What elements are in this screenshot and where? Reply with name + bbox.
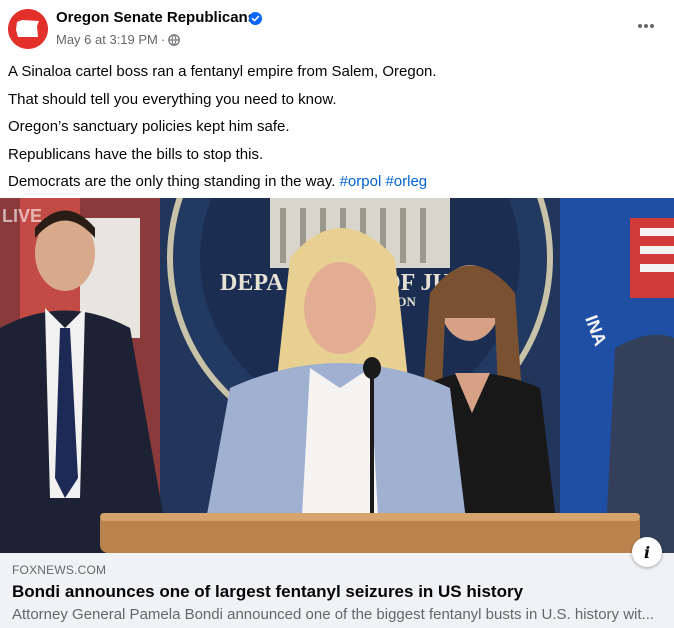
link-domain: FOXNEWS.COM bbox=[12, 563, 107, 577]
post-line-last: Democrats are the only thing standing in… bbox=[8, 168, 658, 196]
post-timestamp[interactable]: May 6 at 3:19 PM bbox=[56, 32, 158, 47]
page-name-link[interactable]: Oregon Senate Republicans bbox=[56, 9, 256, 26]
meta-separator: · bbox=[160, 32, 166, 47]
hashtag-orleg[interactable]: #orleg bbox=[385, 173, 427, 190]
post-meta: May 6 at 3:19 PM · bbox=[56, 32, 181, 47]
seal-text-left: DEPA bbox=[220, 270, 284, 296]
live-badge: LIVE bbox=[2, 206, 42, 226]
link-headline[interactable]: Bondi announces one of largest fentanyl … bbox=[12, 582, 523, 602]
post-line: A Sinaloa cartel boss ran a fentanyl emp… bbox=[8, 63, 437, 80]
link-preview-card[interactable]: FOXNEWS.COM Bondi announces one of large… bbox=[0, 553, 674, 628]
more-options-button[interactable] bbox=[630, 12, 662, 40]
oregon-outline-icon bbox=[8, 9, 48, 49]
post-line: Republicans have the bills to stop this. bbox=[8, 145, 264, 163]
more-options-icon bbox=[638, 24, 654, 28]
info-icon[interactable]: i bbox=[632, 537, 662, 567]
link-description: Attorney General Pamela Bondi announced … bbox=[12, 606, 655, 623]
post-line-text: Democrats are the only thing standing in… bbox=[8, 173, 340, 190]
post-line: That should tell you everything you need… bbox=[8, 90, 337, 108]
verified-badge-icon bbox=[249, 12, 262, 25]
globe-icon[interactable] bbox=[168, 33, 181, 46]
post-line: Oregon’s sanctuary policies kept him saf… bbox=[8, 118, 290, 135]
post-header: Oregon Senate Republicans May 6 at 3:19 … bbox=[0, 0, 674, 56]
hashtag-orpol[interactable]: #orpol bbox=[340, 173, 382, 190]
page-avatar[interactable] bbox=[8, 9, 48, 49]
press-conference-photo: DEPA OF JU TON INA LIVE bbox=[0, 198, 674, 553]
post-message: A Sinaloa cartel boss ran a fentanyl emp… bbox=[8, 58, 658, 196]
link-preview-image[interactable]: DEPA OF JU TON INA LIVE bbox=[0, 198, 674, 553]
